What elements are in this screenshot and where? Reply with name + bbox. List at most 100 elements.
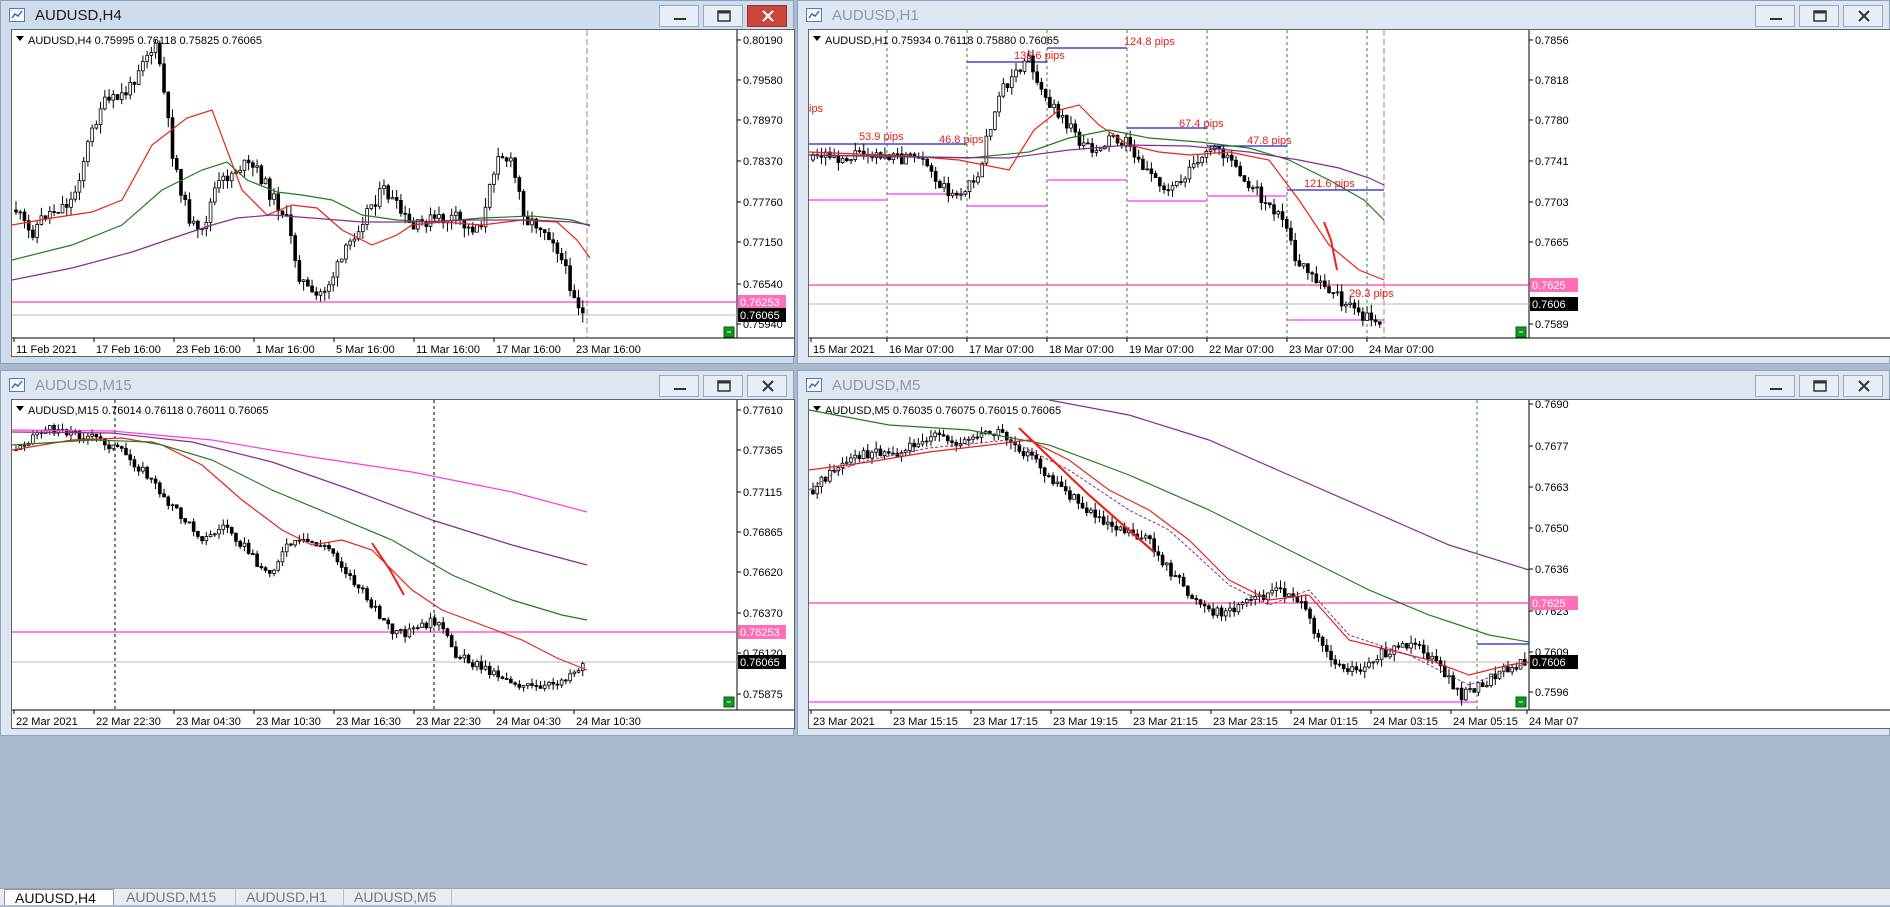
candle-body [1200,156,1204,163]
candle-body [1181,576,1186,587]
price-chart-h4[interactable]: 0.80190 0.79580 0.78970 0.78370 0.77760 0.771… [11,29,795,357]
candle-body [887,451,891,454]
time-axis-label: 22 Mar 07:00 [1209,344,1274,356]
close-button[interactable] [1843,375,1883,397]
candle-body [547,681,551,686]
candle-body [1293,239,1297,262]
window-titlebar[interactable]: AUDUSD,M15 [1,371,793,401]
candle-body [390,623,395,635]
price-chart-m15[interactable]: 0.77610 0.77365 0.77115 0.76865 0.76620 0.763… [11,399,795,729]
chart-window-m5[interactable]: AUDUSD,M5 0.7690 0.7677 0.7663 0.7650 0.7636… [797,370,1890,736]
close-button[interactable] [747,5,787,27]
candle-body [1225,154,1230,159]
price-chart-m5[interactable]: 0.7690 0.7677 0.7663 0.7650 0.7636 0.7623 0.76… [808,399,1890,729]
candle-body [1164,562,1169,566]
maximize-button[interactable] [1799,375,1839,397]
candle-body [1274,587,1279,591]
candle-body [559,252,564,261]
pips-label: 29.3 pips [1349,288,1394,300]
time-axis-label: 24 Mar 10:30 [576,716,641,728]
candle-body [1413,642,1418,645]
maximize-button[interactable] [703,5,743,27]
candle-body [81,161,86,181]
current-price-tag: 0.76065 [740,657,780,669]
time-axis-label: 17 Mar 07:00 [969,344,1034,356]
tab-audusd-m15[interactable]: AUDUSD,M15 [116,889,236,905]
candle-body [568,265,572,291]
candle-body [1310,272,1314,275]
window-titlebar[interactable]: AUDUSD,H1 [798,1,1889,31]
candle-body [458,656,462,659]
candle-body [963,191,968,195]
price-axis-label: 0.7589 [1535,319,1569,331]
candle-body [1350,666,1354,672]
close-button[interactable] [1843,5,1883,27]
candle-body [191,521,196,532]
maximize-button[interactable] [703,375,743,397]
candle-body [335,261,340,278]
candle-body [424,622,429,629]
chart-window-h4[interactable]: AUDUSD,H4 0.80190 0.79580 0.78970 0.78370 0.… [0,0,795,364]
candle-body [500,676,505,679]
candle-body [487,184,492,208]
price-axis-label: 0.76540 [743,279,783,291]
candle-body [1136,156,1141,160]
candle-body [170,117,175,159]
candle-body [432,214,437,219]
candle-body [942,183,946,189]
candle-body [437,622,441,626]
candle-body [411,222,416,230]
candle-body [865,450,870,459]
chart-window-h1[interactable]: AUDUSD,H1 0.7856 0.7818 0.7780 0.7741 0.7703… [797,0,1890,364]
candle-body [132,459,137,468]
minimize-button[interactable] [659,5,699,27]
candle-body [251,162,255,168]
candle-body [1339,291,1344,307]
minimize-button[interactable] [1755,5,1795,27]
candle-body [1318,280,1323,284]
tab-audusd-m5[interactable]: AUDUSD,M5 [344,889,452,905]
candle-body [14,209,18,213]
candle-body [90,433,94,437]
candle-body [962,438,967,444]
candle-body [204,536,209,542]
price-chart-h1[interactable]: 0.7856 0.7818 0.7780 0.7741 0.7703 0.7665 0.76… [808,29,1890,357]
close-button[interactable] [747,375,787,397]
candle-body [1110,521,1114,527]
price-axis-label: 0.77150 [743,237,783,249]
tab-audusd-h4[interactable]: AUDUSD,H4 [4,889,114,906]
chart-window-m15[interactable]: AUDUSD,M15 0.77610 0.77365 0.77115 0.76865 0… [0,370,795,736]
candle-body [844,461,849,464]
candle-body [1251,187,1255,190]
candle-body [128,81,133,96]
candle-body [1143,535,1148,539]
candle-body [1468,688,1472,690]
candle-body [475,224,479,233]
candle-body [1303,601,1308,610]
candle-body [551,239,555,244]
candle-body [1476,682,1481,693]
ohlc-header: AUDUSD,H4 0.75995 0.76118 0.75825 0.7606… [28,35,262,47]
candle-body [1333,659,1338,665]
tab-audusd-h1[interactable]: AUDUSD,H1 [236,889,344,905]
candle-body [1263,202,1268,204]
candle-body [1497,670,1502,680]
candle-body [1048,96,1052,108]
window-titlebar[interactable]: AUDUSD,H4 [1,1,793,31]
candle-body [69,198,73,208]
maximize-button[interactable] [1799,5,1839,27]
candle-body [521,191,526,217]
candle-body [1255,186,1259,189]
candle-body [318,291,323,296]
candle-body [1472,688,1477,693]
minimize-button[interactable] [1755,375,1795,397]
candle-body [1081,142,1086,146]
candle-body [1211,608,1215,616]
candle-body [229,526,234,534]
candle-body [988,128,993,137]
candle-body [1215,607,1220,616]
candle-body [386,185,391,200]
window-titlebar[interactable]: AUDUSD,M5 [798,371,1889,401]
candle-body [555,242,560,254]
minimize-button[interactable] [659,375,699,397]
